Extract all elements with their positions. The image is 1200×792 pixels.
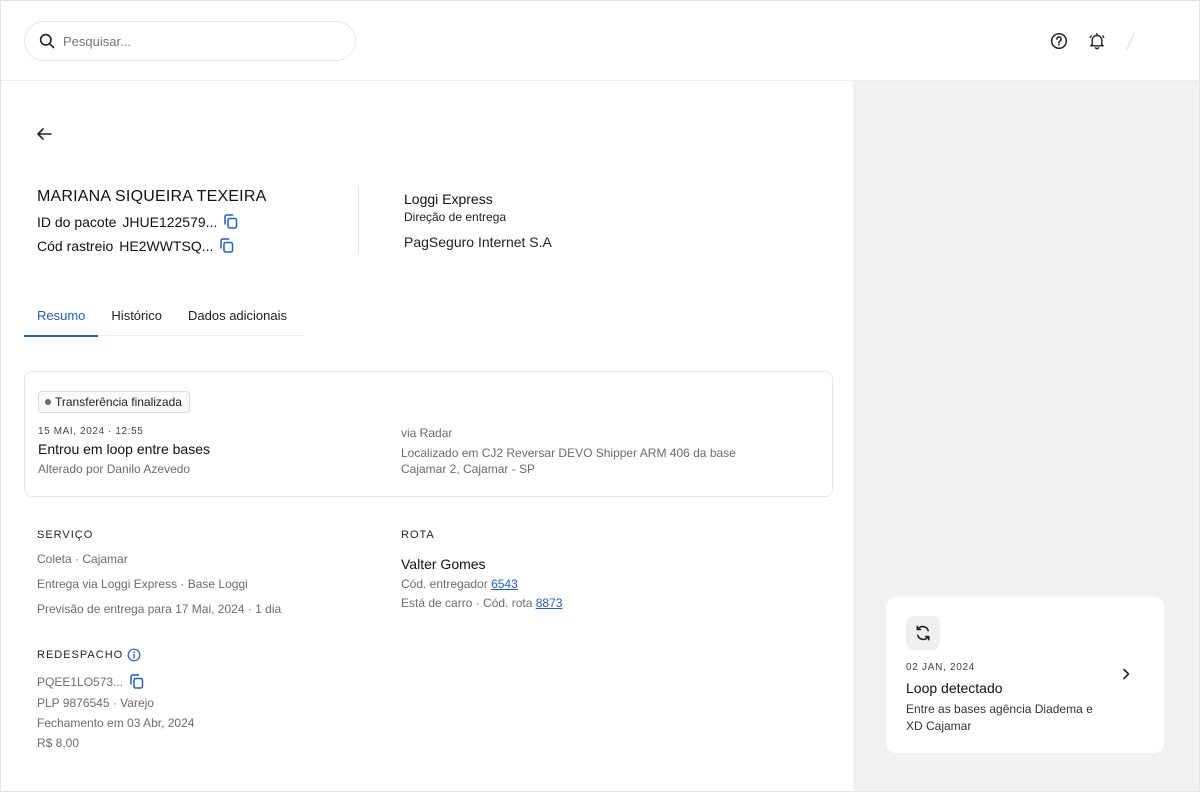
chevron-right-icon[interactable] — [1118, 666, 1134, 682]
loop-date: 02 JAN, 2024 — [906, 662, 975, 673]
route-code-row: Está de carro · Cód. rota 8873 — [401, 596, 562, 610]
route-title: ROTA — [401, 529, 435, 541]
route-code-link[interactable]: 8873 — [536, 596, 563, 610]
carrier-info: Loggi Express Direção de entrega PagSegu… — [404, 191, 552, 250]
courier-code-row: Cód. entregador 6543 — [401, 577, 562, 591]
courier-code-label: Cód. entregador — [401, 577, 492, 591]
driver-name: Valter Gomes — [401, 556, 486, 572]
carrier-name: Loggi Express — [404, 191, 493, 207]
route-code-label: Está de carro · Cód. rota — [401, 596, 536, 610]
redispatch-section: REDESPACHO PQEE1LO573... PLP 9876545 · V… — [37, 648, 194, 750]
courier-code-link[interactable]: 6543 — [491, 577, 518, 591]
package-header: MARIANA SIQUEIRA TEXEIRA ID do pacote JH… — [37, 188, 266, 254]
package-id-label: ID do pacote — [37, 213, 117, 230]
loop-title: Loop detectado — [906, 680, 1003, 696]
search-box[interactable] — [24, 21, 356, 61]
tab-resumo[interactable]: Resumo — [24, 308, 99, 337]
back-arrow-icon[interactable] — [35, 124, 55, 144]
package-id-row: ID do pacote JHUE122579... — [37, 213, 266, 230]
top-actions — [1049, 31, 1137, 51]
event-source: via Radar — [401, 426, 453, 440]
status-card: Transferência finalizada 15 MAI, 2024 · … — [24, 371, 833, 497]
loop-icon — [906, 616, 940, 650]
redispatch-code: PQEE1LO573... — [37, 674, 124, 689]
redispatch-line: PLP 9876545 · Varejo — [37, 696, 154, 710]
service-title: SERVIÇO — [37, 529, 94, 541]
copy-icon[interactable] — [222, 213, 239, 230]
tab-historico[interactable]: Histórico — [98, 308, 175, 336]
status-badge: Transferência finalizada — [38, 391, 190, 413]
service-line: Coleta · Cajamar — [37, 552, 128, 566]
redispatch-header: REDESPACHO — [37, 648, 194, 662]
redispatch-line: Fechamento em 03 Abr, 2024 — [37, 716, 195, 730]
loop-description: Entre as bases agência Diadema e XD Caja… — [906, 702, 1093, 733]
tab-dados-adicionais[interactable]: Dados adicionais — [175, 308, 300, 336]
tracking-row: Cód rastreio HE2WWTSQ... — [37, 237, 266, 254]
direction-label: Direção de entrega — [404, 210, 507, 224]
status-dot — [45, 399, 51, 405]
status-badge-label: Transferência finalizada — [55, 395, 182, 409]
bell-icon[interactable] — [1087, 31, 1107, 51]
event-date: 15 MAI, 2024 · 12:55 — [38, 426, 144, 437]
redispatch-title: REDESPACHO — [37, 649, 124, 661]
tracking-value: HE2WWTSQ... — [119, 237, 214, 254]
route-section: ROTA Valter Gomes Cód. entregador 6543 E… — [401, 529, 562, 610]
top-bar — [1, 1, 1199, 81]
search-input[interactable] — [63, 33, 323, 49]
redispatch-code-row: PQEE1LO573... — [37, 673, 194, 690]
tracking-label: Cód rastreio — [37, 237, 114, 254]
loop-detected-card[interactable]: 02 JAN, 2024 Loop detectado Entre as bas… — [886, 597, 1164, 753]
tab-bar: Resumo Histórico Dados adicionais — [24, 308, 304, 337]
service-section: SERVIÇO Coleta · Cajamar Entrega via Log… — [37, 529, 281, 616]
header-divider — [358, 186, 359, 254]
package-id-value: JHUE122579... — [122, 213, 218, 230]
service-line: Previsão de entrega para 17 Mai, 2024 · … — [37, 602, 282, 616]
event-title: Entrou em loop entre bases — [38, 441, 210, 457]
info-icon[interactable] — [127, 648, 141, 662]
search-icon — [39, 33, 55, 49]
copy-icon[interactable] — [128, 673, 145, 690]
customer-name: MARIANA SIQUEIRA TEXEIRA — [37, 188, 267, 205]
app-frame: MARIANA SIQUEIRA TEXEIRA ID do pacote JH… — [0, 0, 1200, 792]
event-location: Localizado em CJ2 Reversar DEVO Shipper … — [401, 446, 736, 476]
top-divider — [1125, 31, 1137, 51]
copy-icon[interactable] — [218, 237, 235, 254]
redispatch-line: R$ 8,00 — [37, 736, 80, 750]
service-line: Entrega via Loggi Express · Base Loggi — [37, 577, 248, 591]
help-icon[interactable] — [1049, 31, 1069, 51]
company-name: PagSeguro Internet S.A — [404, 234, 552, 250]
event-author: Alterado por Danilo Azevedo — [38, 462, 191, 476]
